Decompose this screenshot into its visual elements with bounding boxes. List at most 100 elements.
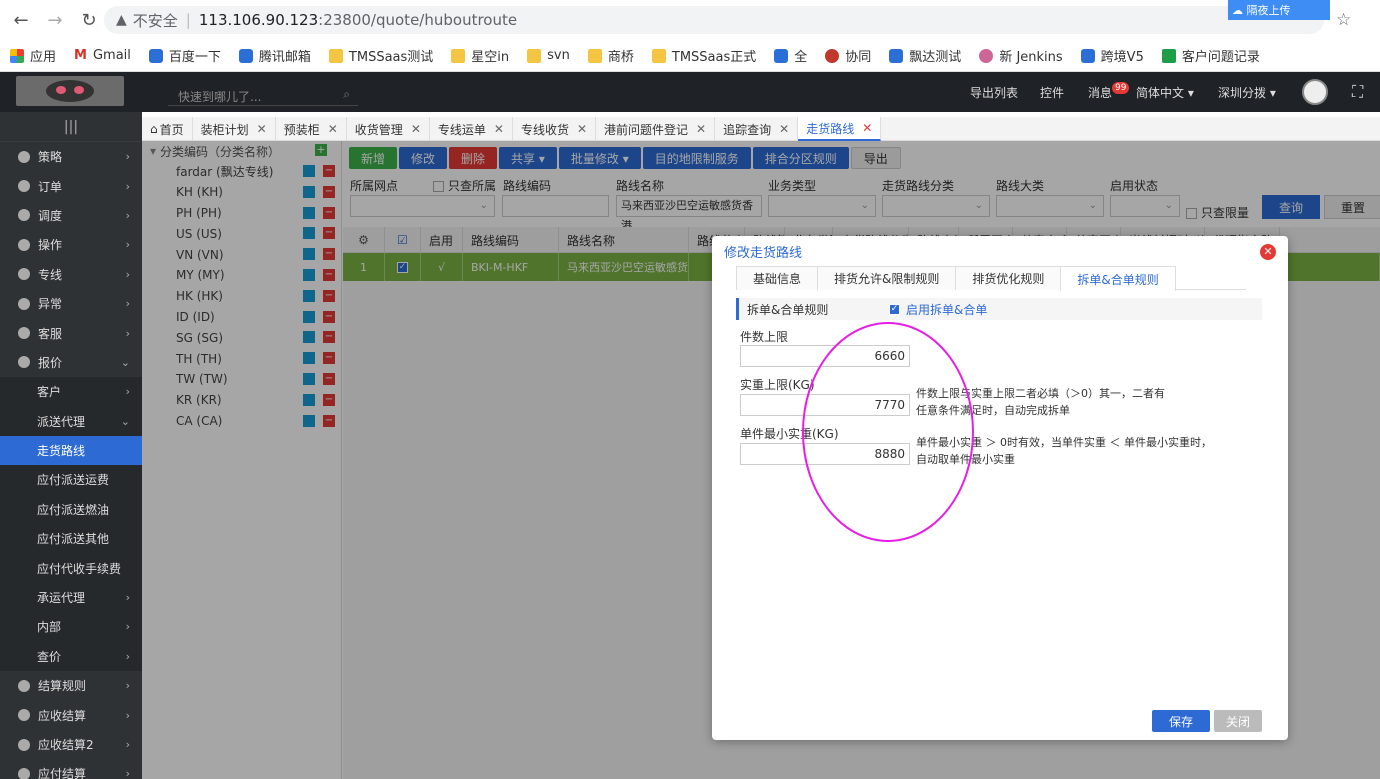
page-tab[interactable]: 专线运单 ✕: [430, 117, 513, 141]
enable-split-merge[interactable]: ✓ 启用拆单&合单: [889, 301, 987, 318]
header-messages[interactable]: 消息: [1088, 84, 1112, 101]
header-language[interactable]: 简体中文 ▾: [1136, 84, 1194, 101]
page-tab[interactable]: 专线收货 ✕: [513, 117, 597, 141]
bookmark-item[interactable]: 客户问题记录: [1161, 46, 1260, 65]
sidebar-item[interactable]: 应付代收手续费: [0, 553, 142, 583]
save-button[interactable]: 保存: [1152, 710, 1210, 732]
sidebar-item[interactable]: 承运代理 ›: [0, 582, 142, 613]
header-controls[interactable]: 控件: [1040, 84, 1064, 101]
dialog-tab[interactable]: 排货允许&限制规则: [817, 266, 957, 290]
page-tab[interactable]: 装柜计划 ✕: [193, 117, 276, 141]
sidebar-item-label: 应付派送运费: [37, 473, 110, 488]
sidebar-item[interactable]: 客服 ›: [0, 318, 142, 347]
sidebar-item[interactable]: 应付派送燃油: [0, 494, 142, 525]
search-icon[interactable]: ⌕: [343, 87, 350, 102]
warning-icon: ▲: [116, 12, 127, 28]
reload-icon[interactable]: ↻: [76, 7, 102, 33]
jira-icon: [889, 48, 904, 63]
sidebar-item[interactable]: 应付派送运费: [0, 465, 142, 495]
page-tab[interactable]: 追踪查询 ✕: [715, 117, 799, 141]
bookmark-item[interactable]: TMSSaas测试: [328, 46, 433, 65]
bookmark-label: 飘达测试: [909, 50, 962, 65]
sidebar-item[interactable]: 调度 ›: [0, 201, 142, 230]
menu-icon: [18, 738, 30, 751]
forward-icon[interactable]: →: [42, 7, 68, 33]
bookmark-item[interactable]: 腾讯邮箱: [238, 46, 311, 65]
sidebar-item-label: 订单: [38, 179, 63, 194]
bookmark-item[interactable]: 新 Jenkins: [979, 46, 1063, 65]
sidebar-item[interactable]: 走货路线: [0, 435, 142, 466]
sidebar-item[interactable]: 操作 ›: [0, 230, 142, 259]
logo[interactable]: [16, 76, 124, 106]
close-tab-icon[interactable]: ✕: [328, 122, 338, 136]
chevron-icon: ›: [125, 208, 130, 222]
sidebar-item[interactable]: 异常 ›: [0, 289, 142, 318]
avatar[interactable]: [1302, 79, 1328, 105]
close-tab-icon[interactable]: ✕: [577, 122, 587, 136]
bookmark-label: TMSSaas正式: [671, 50, 757, 65]
menu-icon: [18, 150, 30, 163]
page-tab[interactable]: 预装柜 ✕: [276, 117, 347, 141]
sidebar-item[interactable]: 结算规则 ›: [0, 671, 142, 700]
close-tab-icon[interactable]: ✕: [494, 122, 504, 136]
fullscreen-icon[interactable]: ⛶: [1352, 82, 1363, 102]
close-tab-icon[interactable]: ✕: [257, 122, 267, 136]
max-weight-input[interactable]: 7770: [740, 394, 910, 416]
close-tab-icon[interactable]: ✕: [779, 122, 789, 136]
star-icon[interactable]: ☆: [1336, 10, 1351, 30]
sidebar-item-label: 应收结算: [38, 708, 87, 723]
sidebar-item[interactable]: 策略 ›: [0, 142, 142, 171]
bookmark-item[interactable]: 星空in: [451, 46, 509, 65]
sidebar-item[interactable]: 查价 ›: [0, 641, 142, 672]
edit-route-dialog: 修改走货路线 ✕ 基础信息 排货允许&限制规则 排货优化规则 拆单&合单规则 拆单&合…: [712, 236, 1288, 740]
tab-label: 首页: [159, 122, 184, 137]
sidebar-item[interactable]: 订单 ›: [0, 171, 142, 200]
sidebar-item[interactable]: 应收结算 ›: [0, 700, 142, 729]
bookmark-item[interactable]: 全: [774, 46, 807, 65]
bookmark-item[interactable]: 百度一下: [148, 46, 221, 65]
header-branch[interactable]: 深圳分拨 ▾: [1218, 84, 1276, 101]
dialog-tab[interactable]: 基础信息: [736, 266, 819, 290]
bookmark-item[interactable]: M Gmail: [74, 48, 131, 63]
bookmark-item[interactable]: svn: [527, 48, 570, 63]
header-search[interactable]: 快速到哪儿了... ⌕: [168, 84, 358, 106]
back-icon[interactable]: ←: [8, 7, 34, 33]
bookmark-item[interactable]: 协同: [825, 46, 871, 65]
sidebar-item[interactable]: 应收结算2 ›: [0, 730, 142, 759]
dialog-tab[interactable]: 排货优化规则: [955, 266, 1062, 290]
close-icon[interactable]: ✕: [1260, 244, 1276, 260]
sidebar-item[interactable]: 专线 ›: [0, 260, 142, 289]
close-tab-icon[interactable]: ✕: [862, 121, 872, 135]
max-pieces-input[interactable]: 6660: [740, 345, 910, 367]
page-tab[interactable]: 港前问题件登记 ✕: [596, 117, 716, 141]
close-tab-icon[interactable]: ✕: [411, 122, 421, 136]
page-tab[interactable]: 收货管理 ✕: [347, 117, 430, 141]
folder-icon: [328, 48, 343, 63]
menu-icon: [18, 209, 30, 222]
sidebar-item[interactable]: 报价 ⌄: [0, 348, 142, 377]
sidebar-item[interactable]: 内部 ›: [0, 612, 142, 642]
dialog-tab[interactable]: 拆单&合单规则: [1060, 266, 1176, 291]
bookmark-item[interactable]: 飘达测试: [889, 46, 961, 65]
sidebar-item[interactable]: 应付派送其他: [0, 524, 142, 554]
bookmark-item[interactable]: 商桥: [587, 46, 634, 65]
extension-badge[interactable]: ☁ 隔夜上传: [1228, 0, 1330, 20]
sidebar-item-label: 客户: [37, 385, 62, 400]
page-tab[interactable]: 走货路线 ✕: [798, 117, 882, 141]
min-weight-hint-line1: 单件最小实重 ＞ 0时有效，当单件实重 ＜ 单件最小实重时，: [916, 436, 1212, 449]
sidebar-item[interactable]: 派送代理 ⌄: [0, 406, 142, 436]
address-bar[interactable]: ▲ 不安全 | 113.106.90.123 :23800/quote/hubo…: [104, 6, 1324, 34]
page-tab[interactable]: ⌂ 首页: [142, 117, 193, 141]
close-tab-icon[interactable]: ✕: [696, 122, 706, 136]
bookmark-item[interactable]: 跨境V5: [1080, 46, 1144, 65]
check-icon[interactable]: ✓: [889, 303, 900, 315]
bookmark-item[interactable]: 应用: [10, 46, 56, 65]
menu-toggle-icon[interactable]: |||: [0, 112, 142, 142]
header-export-list[interactable]: 导出列表: [970, 84, 1018, 101]
close-button[interactable]: 关闭: [1214, 710, 1262, 732]
min-piece-weight-input[interactable]: 8880: [740, 443, 910, 465]
bookmark-item[interactable]: TMSSaas正式: [651, 46, 757, 65]
enable-label: 启用拆单&合单: [906, 302, 988, 317]
sidebar-item[interactable]: 客户 ›: [0, 377, 142, 407]
sidebar-item[interactable]: 应付结算 ›: [0, 759, 142, 779]
